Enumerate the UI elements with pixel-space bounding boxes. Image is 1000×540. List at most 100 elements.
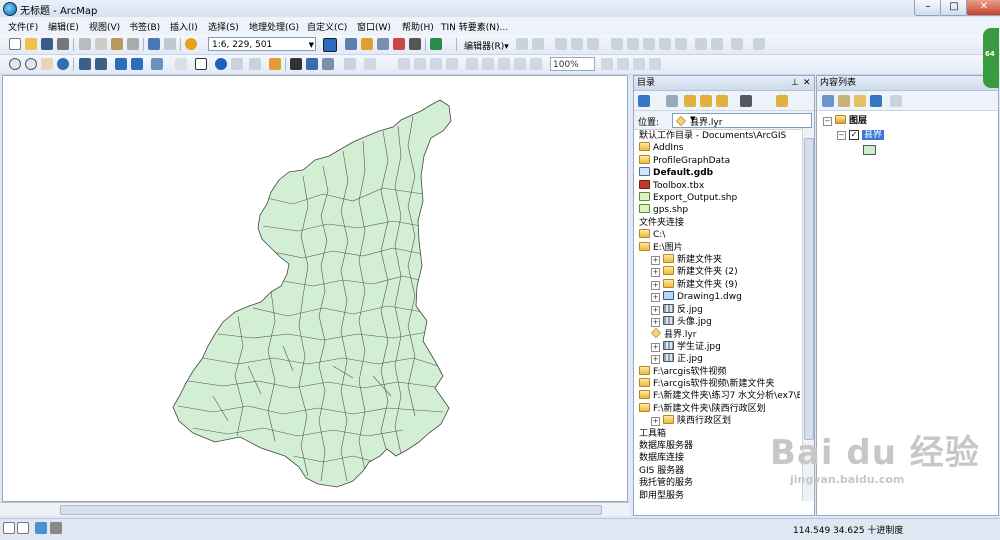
- catalog-tree-item[interactable]: + 新建文件夹 (2): [651, 266, 738, 278]
- add-data-icon[interactable]: [185, 38, 197, 50]
- menu-view[interactable]: 视图(V): [89, 20, 120, 33]
- zoom-whole-page-icon[interactable]: [446, 58, 458, 70]
- catalog-tree-item[interactable]: AddIns: [639, 142, 683, 154]
- toc-options-icon[interactable]: [890, 95, 902, 107]
- fixed-zoom-out-layout-icon[interactable]: [498, 58, 510, 70]
- catalog-tree-item[interactable]: 即用型服务: [639, 490, 684, 501]
- measure-icon[interactable]: [269, 58, 281, 70]
- refresh-icon[interactable]: [35, 522, 47, 534]
- new-folder-icon[interactable]: [776, 95, 788, 107]
- catalog-tree-item[interactable]: F:\新建文件夹\练习7 水文分析\ex7\E: [639, 390, 800, 402]
- menu-insert[interactable]: 插入(I): [170, 20, 198, 33]
- catalog-tree-item[interactable]: C:\: [639, 229, 665, 241]
- catalog-tree-item[interactable]: E:\图片: [639, 241, 683, 254]
- catalog-tree-item[interactable]: 数据库服务器: [639, 440, 693, 452]
- zoom-out-icon[interactable]: [25, 58, 37, 70]
- catalog-tree-item[interactable]: + 反.jpg: [651, 303, 703, 316]
- location-combo[interactable]: 县界.lyr ▼: [672, 113, 812, 128]
- pin-icon[interactable]: ⊥: [791, 76, 799, 90]
- fixed-zoom-out-icon[interactable]: [95, 58, 107, 70]
- back-icon[interactable]: [638, 95, 650, 107]
- identify-icon[interactable]: [215, 58, 227, 70]
- expand-toggle-icon[interactable]: +: [651, 268, 660, 278]
- go-back-icon[interactable]: [115, 58, 127, 70]
- layout-zoom-out-icon[interactable]: [414, 58, 426, 70]
- fixed-zoom-in-icon[interactable]: [79, 58, 91, 70]
- catalog-tree-item[interactable]: F:\新建文件夹\陕西行政区划: [639, 402, 766, 415]
- close-button[interactable]: ✕: [966, 0, 1000, 16]
- save-icon[interactable]: [41, 38, 53, 50]
- view-options-icon[interactable]: [740, 95, 752, 107]
- layout-pan-icon[interactable]: [430, 58, 442, 70]
- catalog-tree-item[interactable]: 文件夹连接: [639, 217, 684, 229]
- copy-icon[interactable]: [95, 38, 107, 50]
- catalog-tree-item[interactable]: Default.gdb: [639, 167, 713, 179]
- pause-drawing-icon[interactable]: [50, 522, 62, 534]
- catalog-tree-item[interactable]: + 陕西行政区划: [651, 415, 731, 427]
- clear-selection-icon[interactable]: [175, 58, 187, 70]
- model-builder-icon[interactable]: [430, 38, 442, 50]
- select-elements-icon[interactable]: [195, 58, 207, 70]
- redo-icon[interactable]: [164, 38, 176, 50]
- time-slider-icon[interactable]: [344, 58, 356, 70]
- straight-segment-icon[interactable]: [555, 38, 567, 50]
- catalog-tree-item[interactable]: + 新建文件夹: [651, 254, 722, 266]
- data-view-icon[interactable]: [3, 522, 15, 534]
- open-icon[interactable]: [25, 38, 37, 50]
- catalog-tree-item[interactable]: 默认工作目录 - Documents\ArcGIS: [639, 130, 786, 142]
- editor-toolbar-icon[interactable]: [323, 38, 337, 52]
- catalog-tree-item[interactable]: + 正.jpg: [651, 353, 703, 365]
- arctoolbox-icon[interactable]: [393, 38, 405, 50]
- trace-icon[interactable]: [587, 38, 599, 50]
- catalog-tree-item[interactable]: GIS 服务器: [639, 465, 684, 477]
- list-by-visibility-icon[interactable]: [854, 95, 866, 107]
- menu-geoprocessing[interactable]: 地理处理(G): [249, 20, 299, 33]
- editor-menu[interactable]: 编辑器(R)▾: [464, 39, 509, 52]
- undo-icon[interactable]: [148, 38, 160, 50]
- menu-tin-to-feature[interactable]: TIN 转要素(N)...: [441, 20, 508, 33]
- layout-view-icon[interactable]: [17, 522, 29, 534]
- create-viewer-window-icon[interactable]: [364, 58, 376, 70]
- print-icon[interactable]: [57, 38, 69, 50]
- expand-toggle-icon[interactable]: +: [651, 342, 660, 352]
- forward-icon[interactable]: [666, 95, 678, 107]
- maximize-button[interactable]: □: [940, 0, 968, 16]
- zoom-100-icon[interactable]: [466, 58, 478, 70]
- expand-toggle-icon[interactable]: +: [651, 355, 660, 365]
- full-extent-icon[interactable]: [57, 58, 69, 70]
- paste-icon[interactable]: [111, 38, 123, 50]
- go-to-xy-icon[interactable]: [322, 58, 334, 70]
- python-window-icon[interactable]: [409, 38, 421, 50]
- list-by-source-icon[interactable]: [838, 95, 850, 107]
- menu-select[interactable]: 选择(S): [208, 20, 239, 33]
- cut-icon[interactable]: [79, 38, 91, 50]
- go-forward-icon[interactable]: [131, 58, 143, 70]
- expand-toggle-icon[interactable]: +: [651, 305, 660, 315]
- catalog-tree-item[interactable]: 我托管的服务: [639, 477, 693, 489]
- county-boundaries-map[interactable]: [3, 76, 627, 501]
- expand-toggle-icon[interactable]: +: [651, 293, 660, 303]
- layer-symbol-swatch[interactable]: [863, 145, 876, 155]
- delete-icon[interactable]: [127, 38, 139, 50]
- reshape-icon[interactable]: [627, 38, 639, 50]
- map-scale-combo[interactable]: 1:6, 229, 501 ▼: [208, 37, 316, 51]
- catalog-tree-item[interactable]: Toolbox.tbx: [639, 179, 704, 192]
- catalog-tree-item[interactable]: + 头像.jpg: [651, 316, 712, 328]
- focus-data-frame-icon[interactable]: [617, 58, 629, 70]
- catalog-tree-item[interactable]: 工具箱: [639, 428, 666, 440]
- menu-help[interactable]: 帮助(H): [402, 20, 434, 33]
- map-horizontal-scrollbar[interactable]: [0, 502, 630, 516]
- hyperlink-icon[interactable]: [231, 58, 243, 70]
- catalog-tree-item[interactable]: F:\arcgis软件视频\新建文件夹: [639, 378, 774, 390]
- zoom-in-icon[interactable]: [9, 58, 21, 70]
- find-route-icon[interactable]: [306, 58, 318, 70]
- layout-zoom-in-icon[interactable]: [398, 58, 410, 70]
- catalog-tree-item[interactable]: + 学生证.jpg: [651, 340, 721, 353]
- menu-edit[interactable]: 编辑(E): [48, 20, 79, 33]
- layer-name-label[interactable]: 县界: [862, 130, 885, 140]
- menu-customize[interactable]: 自定义(C): [307, 20, 347, 33]
- layer-visibility-checkbox[interactable]: ✓: [849, 130, 859, 140]
- catalog-tree-item[interactable]: ProfileGraphData: [639, 154, 730, 167]
- layout-zoom-percent[interactable]: 100%: [550, 57, 595, 71]
- menu-windows[interactable]: 窗口(W): [357, 20, 391, 33]
